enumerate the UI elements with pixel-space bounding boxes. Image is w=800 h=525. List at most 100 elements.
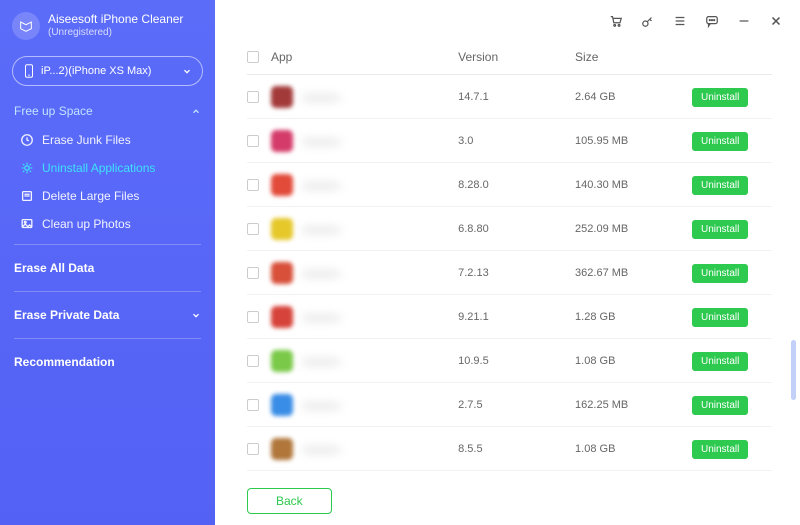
app-version: 8.28.0	[458, 179, 575, 191]
app-name: ———	[303, 90, 339, 104]
cart-icon[interactable]	[608, 13, 624, 29]
nav-erase-private-data[interactable]: Erase Private Data	[0, 298, 215, 332]
app-icon	[271, 262, 293, 284]
uninstall-button[interactable]: Uninstall	[692, 308, 748, 327]
table-row[interactable]: ——— 8.28.0 140.30 MB Uninstall	[247, 163, 772, 207]
app-version: 3.0	[458, 135, 575, 147]
sidebar-item-label: Erase Junk Files	[42, 133, 131, 147]
row-checkbox[interactable]	[247, 179, 259, 191]
chevron-up-icon	[191, 106, 201, 116]
uninstall-button[interactable]: Uninstall	[692, 220, 748, 239]
app-size: 105.95 MB	[575, 135, 692, 147]
row-checkbox[interactable]	[247, 267, 259, 279]
sidebar-item-delete-large[interactable]: Delete Large Files	[0, 182, 215, 210]
row-checkbox[interactable]	[247, 311, 259, 323]
app-size: 1.08 GB	[575, 355, 692, 367]
app-name: ———	[303, 442, 339, 456]
app-size: 362.67 MB	[575, 267, 692, 279]
footer: Back	[215, 477, 800, 525]
uninstall-button[interactable]: Uninstall	[692, 396, 748, 415]
table-row[interactable]: ——— 2.7.5 162.25 MB Uninstall	[247, 383, 772, 427]
table-header: App Version Size	[247, 42, 772, 75]
app-size: 162.25 MB	[575, 399, 692, 411]
col-size[interactable]: Size	[575, 50, 692, 64]
sidebar-item-label: Clean up Photos	[42, 217, 131, 231]
app-list[interactable]: ——— 14.7.1 2.64 GB Uninstall ——— 3.0 105…	[247, 75, 772, 477]
app-icon	[271, 350, 293, 372]
back-button[interactable]: Back	[247, 488, 332, 514]
app-version: 6.8.80	[458, 223, 575, 235]
app-name: ———	[303, 134, 339, 148]
minimize-icon[interactable]	[736, 13, 752, 29]
table-row[interactable]: ——— 7.2.13 362.67 MB Uninstall	[247, 251, 772, 295]
app-name: ———	[303, 310, 339, 324]
app-version: 8.5.5	[458, 443, 575, 455]
menu-icon[interactable]	[672, 13, 688, 29]
nav-free-up-space[interactable]: Free up Space	[0, 96, 215, 126]
sidebar: Aiseesoft iPhone Cleaner (Unregistered) …	[0, 0, 215, 525]
sidebar-item-label: Delete Large Files	[42, 189, 139, 203]
key-icon[interactable]	[640, 13, 656, 29]
app-icon	[271, 86, 293, 108]
table-row[interactable]: ——— 14.7.1 2.64 GB Uninstall	[247, 75, 772, 119]
app-version: 2.7.5	[458, 399, 575, 411]
app-version: 10.9.5	[458, 355, 575, 367]
app-icon	[271, 218, 293, 240]
content: App Version Size ——— 14.7.1 2.64 GB Unin…	[215, 42, 800, 477]
app-size: 252.09 MB	[575, 223, 692, 235]
row-checkbox[interactable]	[247, 443, 259, 455]
brand: Aiseesoft iPhone Cleaner (Unregistered)	[0, 8, 215, 50]
app-size: 1.28 GB	[575, 311, 692, 323]
select-all-checkbox[interactable]	[247, 51, 259, 63]
sidebar-item-clean-photos[interactable]: Clean up Photos	[0, 210, 215, 238]
app-icon	[271, 306, 293, 328]
phone-icon	[23, 64, 35, 78]
app-icon	[271, 438, 293, 460]
device-selector[interactable]: iP...2)(iPhone XS Max)	[12, 56, 203, 86]
app-name: ———	[303, 178, 339, 192]
gear-icon	[20, 161, 34, 175]
table-row[interactable]: ——— 9.21.1 1.28 GB Uninstall	[247, 295, 772, 339]
brand-title: Aiseesoft iPhone Cleaner	[48, 13, 183, 27]
col-version[interactable]: Version	[458, 50, 575, 64]
sidebar-item-uninstall-apps[interactable]: Uninstall Applications	[0, 154, 215, 182]
scrollbar-thumb[interactable]	[791, 340, 796, 400]
uninstall-button[interactable]: Uninstall	[692, 352, 748, 371]
col-app[interactable]: App	[271, 50, 458, 64]
divider	[14, 244, 201, 245]
table-row[interactable]: ——— 3.0 105.95 MB Uninstall	[247, 119, 772, 163]
row-checkbox[interactable]	[247, 223, 259, 235]
table-row[interactable]: ——— 10.9.5 1.08 GB Uninstall	[247, 339, 772, 383]
feedback-icon[interactable]	[704, 13, 720, 29]
chevron-down-icon	[182, 66, 192, 76]
app-size: 2.64 GB	[575, 91, 692, 103]
app-size: 140.30 MB	[575, 179, 692, 191]
table-row[interactable]: ——— 8.5.5 1.08 GB Uninstall	[247, 427, 772, 471]
nav-recommendation[interactable]: Recommendation	[0, 345, 215, 379]
titlebar	[215, 0, 800, 42]
uninstall-button[interactable]: Uninstall	[692, 264, 748, 283]
app-name: ———	[303, 222, 339, 236]
uninstall-button[interactable]: Uninstall	[692, 88, 748, 107]
nav-erase-all-data[interactable]: Erase All Data	[0, 251, 215, 285]
row-checkbox[interactable]	[247, 91, 259, 103]
row-checkbox[interactable]	[247, 399, 259, 411]
app-version: 9.21.1	[458, 311, 575, 323]
table-row[interactable]: ——— 6.8.80 252.09 MB Uninstall	[247, 207, 772, 251]
chevron-down-icon	[191, 310, 201, 320]
app-name: ———	[303, 266, 339, 280]
close-icon[interactable]	[768, 13, 784, 29]
app-name: ———	[303, 354, 339, 368]
sidebar-item-erase-junk[interactable]: Erase Junk Files	[0, 126, 215, 154]
uninstall-button[interactable]: Uninstall	[692, 440, 748, 459]
row-checkbox[interactable]	[247, 355, 259, 367]
image-icon	[20, 217, 34, 231]
app-icon	[271, 174, 293, 196]
uninstall-button[interactable]: Uninstall	[692, 176, 748, 195]
app-icon	[271, 130, 293, 152]
brand-status: (Unregistered)	[48, 27, 183, 39]
divider	[14, 291, 201, 292]
uninstall-button[interactable]: Uninstall	[692, 132, 748, 151]
row-checkbox[interactable]	[247, 135, 259, 147]
main: App Version Size ——— 14.7.1 2.64 GB Unin…	[215, 0, 800, 525]
